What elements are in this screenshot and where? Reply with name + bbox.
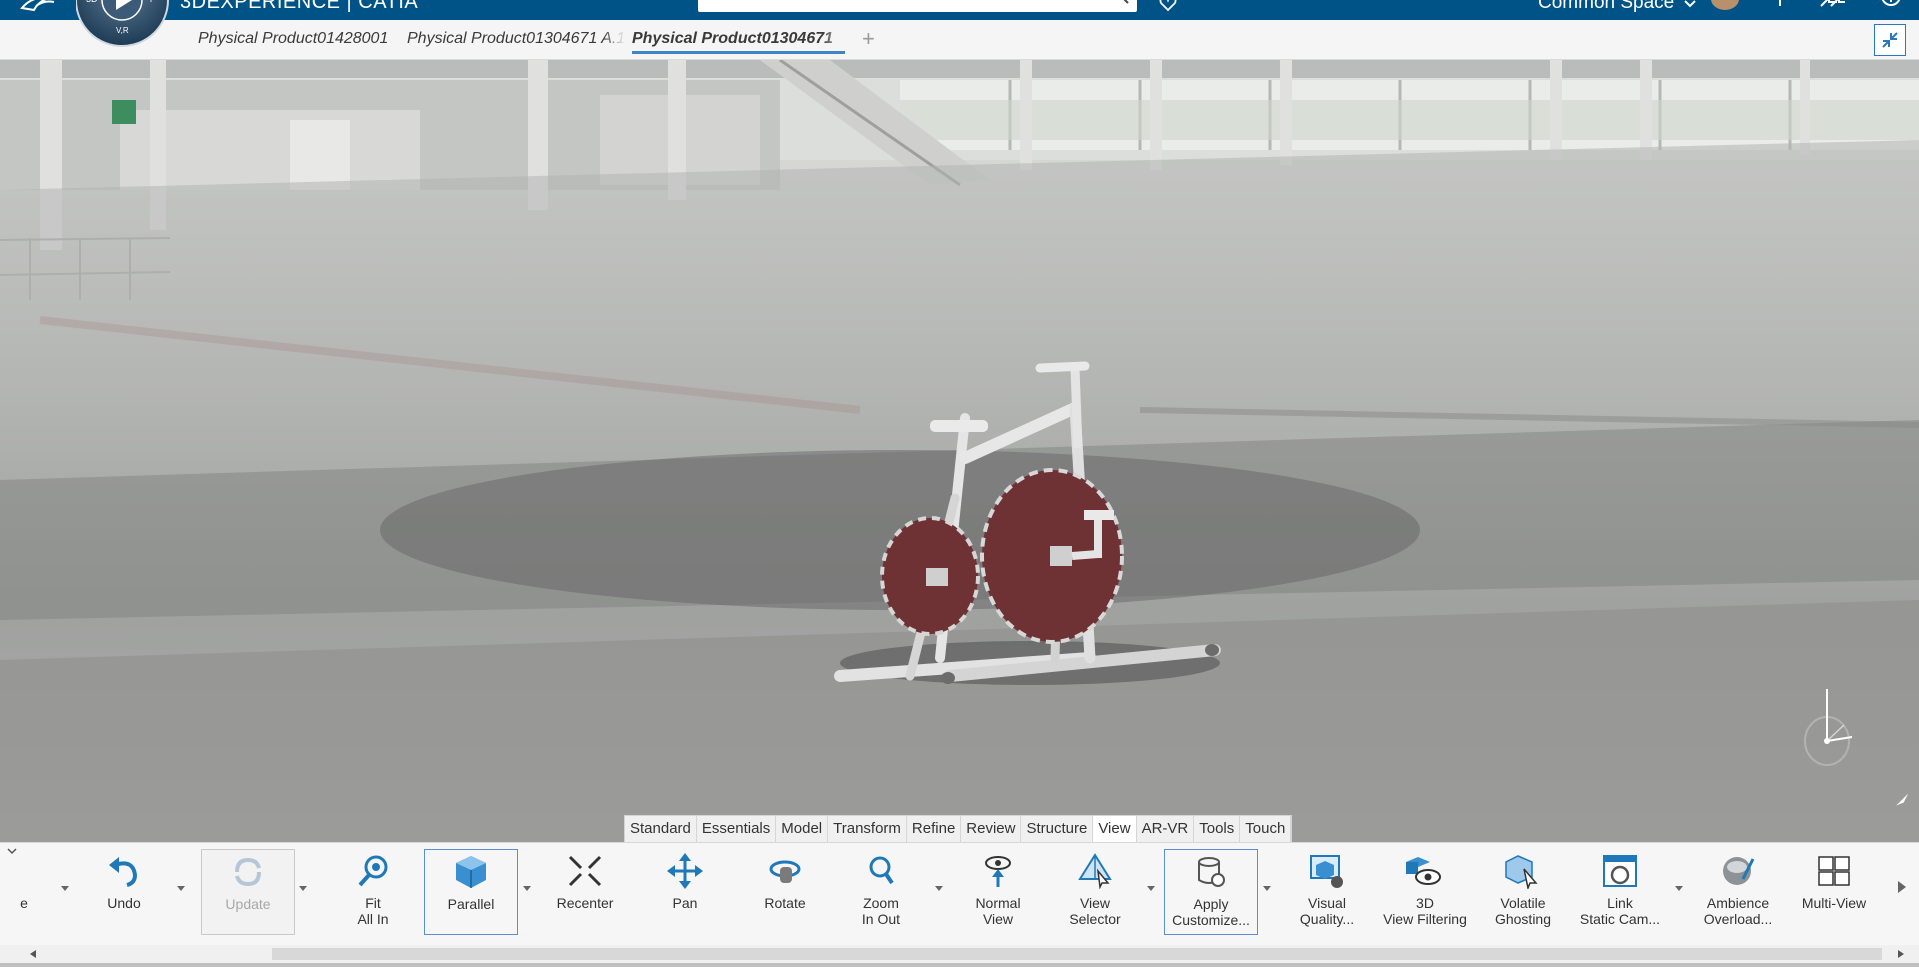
volatile-ghosting-button[interactable]: Volatile Ghosting — [1488, 849, 1558, 935]
chevron-down-icon[interactable] — [1146, 885, 1156, 893]
ambience-overload-button[interactable]: Ambience Overload... — [1700, 849, 1776, 935]
svg-text:3D: 3D — [86, 0, 98, 4]
section-tab-ar-vr[interactable]: AR-VR — [1137, 816, 1195, 842]
camera-link-icon — [1603, 855, 1637, 887]
viewport-corner-icon[interactable] — [1890, 787, 1914, 811]
restore-window-button[interactable] — [1874, 24, 1906, 56]
ds-logo-icon[interactable] — [18, 0, 58, 14]
app-window: 3DEXPERIENCE | CATIA Common Space V,R Ph… — [0, 0, 1919, 967]
cube-icon — [456, 856, 486, 888]
rotate-icon — [769, 860, 801, 883]
search-input[interactable] — [698, 0, 1137, 12]
tab-physical-product-01304671-a1[interactable]: Physical Product01304671 A.1 — [407, 28, 625, 54]
share-icon[interactable] — [1819, 0, 1847, 10]
chevron-down-icon[interactable] — [934, 885, 944, 893]
view-filtering-icon — [1406, 857, 1441, 885]
multi-view-button[interactable]: Multi-View — [1794, 849, 1874, 935]
ambience-icon — [1723, 857, 1755, 885]
brand-title: 3DEXPERIENCE | CATIA — [180, 0, 419, 13]
view-selector-icon — [1078, 853, 1112, 889]
document-tabs: Physical Product01428001 Physical Produc… — [0, 20, 1919, 60]
customize-icon — [1198, 857, 1225, 887]
svg-text:V,R: V,R — [116, 26, 129, 35]
section-tab-essentials[interactable]: Essentials — [697, 816, 777, 842]
ghosting-icon — [1505, 855, 1538, 889]
eye-icon — [985, 856, 1011, 887]
view-selector-button[interactable]: View Selector — [1059, 849, 1131, 935]
undo-icon — [109, 857, 138, 887]
zoom-icon — [869, 856, 894, 885]
action-bar-section-tabs: Standard Essentials Model Transform Refi… — [624, 815, 1293, 842]
undo-button[interactable]: Undo — [94, 849, 154, 935]
parallel-view-button[interactable]: Parallel — [424, 849, 518, 935]
section-tab-refine[interactable]: Refine — [907, 816, 962, 842]
scroll-right-icon[interactable] — [1896, 949, 1906, 959]
chevron-down-icon[interactable] — [176, 885, 186, 893]
link-static-camera-button[interactable]: Link Static Cam... — [1575, 849, 1665, 935]
chevron-down-icon[interactable] — [1674, 885, 1684, 893]
top-bar: 3DEXPERIENCE | CATIA Common Space — [0, 0, 1919, 20]
scrollbar-thumb[interactable] — [272, 948, 1882, 960]
tab-physical-product-01428001[interactable]: Physical Product01428001 — [198, 28, 392, 54]
plus-icon[interactable] — [1772, 0, 1788, 8]
heart-icon[interactable] — [1158, 0, 1178, 12]
chevron-down-icon[interactable] — [60, 885, 70, 893]
pan-button[interactable]: Pan — [650, 849, 720, 935]
multi-view-icon — [1818, 856, 1850, 886]
search-icon[interactable] — [1113, 0, 1129, 4]
zoom-in-out-button[interactable]: Zoom In Out — [846, 849, 916, 935]
section-tab-transform[interactable]: Transform — [828, 816, 907, 842]
toolbar-scrollbar[interactable] — [0, 945, 1919, 963]
add-tab-button[interactable]: + — [862, 26, 875, 52]
normal-view-button[interactable]: Normal View — [963, 849, 1033, 935]
svg-text:i: i — [150, 0, 152, 4]
apply-customize-button[interactable]: Apply Customize... — [1164, 849, 1258, 935]
chevron-down-icon[interactable] — [1683, 0, 1697, 10]
recenter-icon — [568, 855, 602, 887]
chevron-down-icon[interactable] — [522, 885, 532, 893]
section-tab-view[interactable]: View — [1093, 816, 1137, 842]
avatar[interactable] — [1711, 0, 1739, 10]
pan-icon — [667, 853, 703, 889]
compass-icon[interactable]: 3D i V,R — [76, 0, 172, 56]
3d-view-filtering-button[interactable]: 3D View Filtering — [1375, 849, 1475, 935]
help-icon[interactable] — [1880, 0, 1902, 10]
update-button[interactable]: Update — [201, 849, 295, 935]
recenter-button[interactable]: Recenter — [550, 849, 620, 935]
rotate-button[interactable]: Rotate — [750, 849, 820, 935]
3d-viewport[interactable]: Standard Essentials Model Transform Refi… — [0, 60, 1919, 842]
visual-quality-button[interactable]: Visual Quality... — [1292, 849, 1362, 935]
visual-quality-icon — [1310, 855, 1343, 888]
space-selector[interactable]: Common Space — [1538, 0, 1674, 14]
section-tab-model[interactable]: Model — [776, 816, 829, 842]
fit-all-in-icon — [358, 855, 388, 887]
chevron-right-icon[interactable] — [1896, 879, 1908, 895]
section-tab-structure[interactable]: Structure — [1021, 816, 1094, 842]
collapse-icon — [1882, 32, 1898, 48]
chevron-down-icon[interactable] — [1262, 885, 1272, 893]
section-tab-tools[interactable]: Tools — [1194, 816, 1241, 842]
section-tab-touch[interactable]: Touch — [1240, 816, 1292, 842]
partial-command-button[interactable]: e — [14, 849, 34, 935]
view-orientation-gizmo[interactable] — [1800, 675, 1860, 767]
update-icon — [235, 857, 261, 887]
section-tab-standard[interactable]: Standard — [625, 816, 697, 842]
chevron-down-icon[interactable] — [298, 885, 308, 893]
exercise-bike-model[interactable] — [830, 358, 1230, 703]
section-tab-review[interactable]: Review — [961, 816, 1022, 842]
scroll-left-icon[interactable] — [28, 949, 38, 959]
action-bar: e Undo Update Fit All In Parallel Recent… — [0, 842, 1919, 945]
bottom-border — [0, 963, 1919, 967]
fit-all-in-button[interactable]: Fit All In — [338, 849, 408, 935]
tab-physical-product-01304671[interactable]: Physical Product01304671 — [632, 28, 845, 54]
